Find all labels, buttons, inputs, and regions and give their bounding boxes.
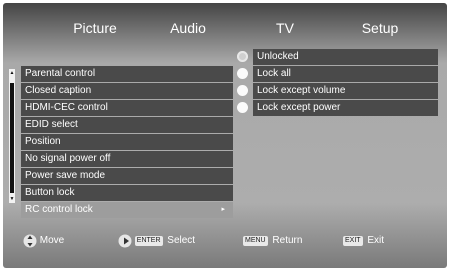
- tab-setup[interactable]: Setup: [355, 20, 405, 36]
- hint-return: MENU Return: [243, 235, 303, 246]
- scroll-down-icon[interactable]: ▼: [9, 196, 15, 202]
- scroll-up-icon[interactable]: ▲: [9, 70, 15, 76]
- radio-unchecked-icon[interactable]: [237, 68, 248, 79]
- enter-key-icon: ENTER: [134, 236, 163, 246]
- option-lock-all[interactable]: Lock all: [235, 66, 438, 82]
- tab-tv[interactable]: TV: [265, 20, 305, 36]
- radio-unchecked-icon[interactable]: [237, 102, 248, 113]
- menu-item-button-lock[interactable]: Button lock: [21, 185, 233, 201]
- right-button-icon: [118, 234, 132, 248]
- radio-unchecked-icon[interactable]: [237, 85, 248, 96]
- menu-item-position[interactable]: Position: [21, 134, 233, 150]
- scrollbar-thumb[interactable]: [10, 83, 14, 193]
- hint-exit: EXIT Exit: [343, 235, 385, 246]
- radio-checked-icon[interactable]: [237, 51, 248, 62]
- tab-audio[interactable]: Audio: [163, 20, 213, 36]
- setup-menu-list: Parental control Closed caption HDMI-CEC…: [21, 66, 233, 219]
- tab-bar: Picture Audio TV Setup: [3, 3, 447, 41]
- menu-item-rc-control-lock[interactable]: RC control lock ▸: [21, 202, 233, 218]
- menu-item-parental-control[interactable]: Parental control: [21, 66, 233, 82]
- option-lock-except-volume[interactable]: Lock except volume: [235, 83, 438, 99]
- key-hint-bar: Move ENTER Select MENU Return EXIT Exit: [3, 231, 447, 255]
- scrollbar[interactable]: ▲ ▼: [9, 69, 15, 203]
- exit-key-icon: EXIT: [343, 236, 363, 246]
- tv-menu-screen: Picture Audio TV Setup ▲ ▼ Parental cont…: [3, 3, 447, 268]
- menu-key-icon: MENU: [243, 236, 268, 246]
- menu-item-hdmi-cec-control[interactable]: HDMI-CEC control: [21, 100, 233, 116]
- menu-item-no-signal-power-off[interactable]: No signal power off: [21, 151, 233, 167]
- menu-item-closed-caption[interactable]: Closed caption: [21, 83, 233, 99]
- dpad-icon: [23, 234, 37, 248]
- tab-picture[interactable]: Picture: [65, 20, 125, 36]
- hint-select: ENTER Select: [118, 234, 195, 248]
- menu-item-power-save-mode[interactable]: Power save mode: [21, 168, 233, 184]
- rc-lock-options: Unlocked Lock all Lock except volume Loc…: [235, 49, 438, 117]
- menu-item-edid-select[interactable]: EDID select: [21, 117, 233, 133]
- option-lock-except-power[interactable]: Lock except power: [235, 100, 438, 116]
- option-unlocked[interactable]: Unlocked: [235, 49, 438, 65]
- hint-move: Move: [23, 234, 64, 248]
- chevron-right-icon: ▸: [221, 206, 225, 213]
